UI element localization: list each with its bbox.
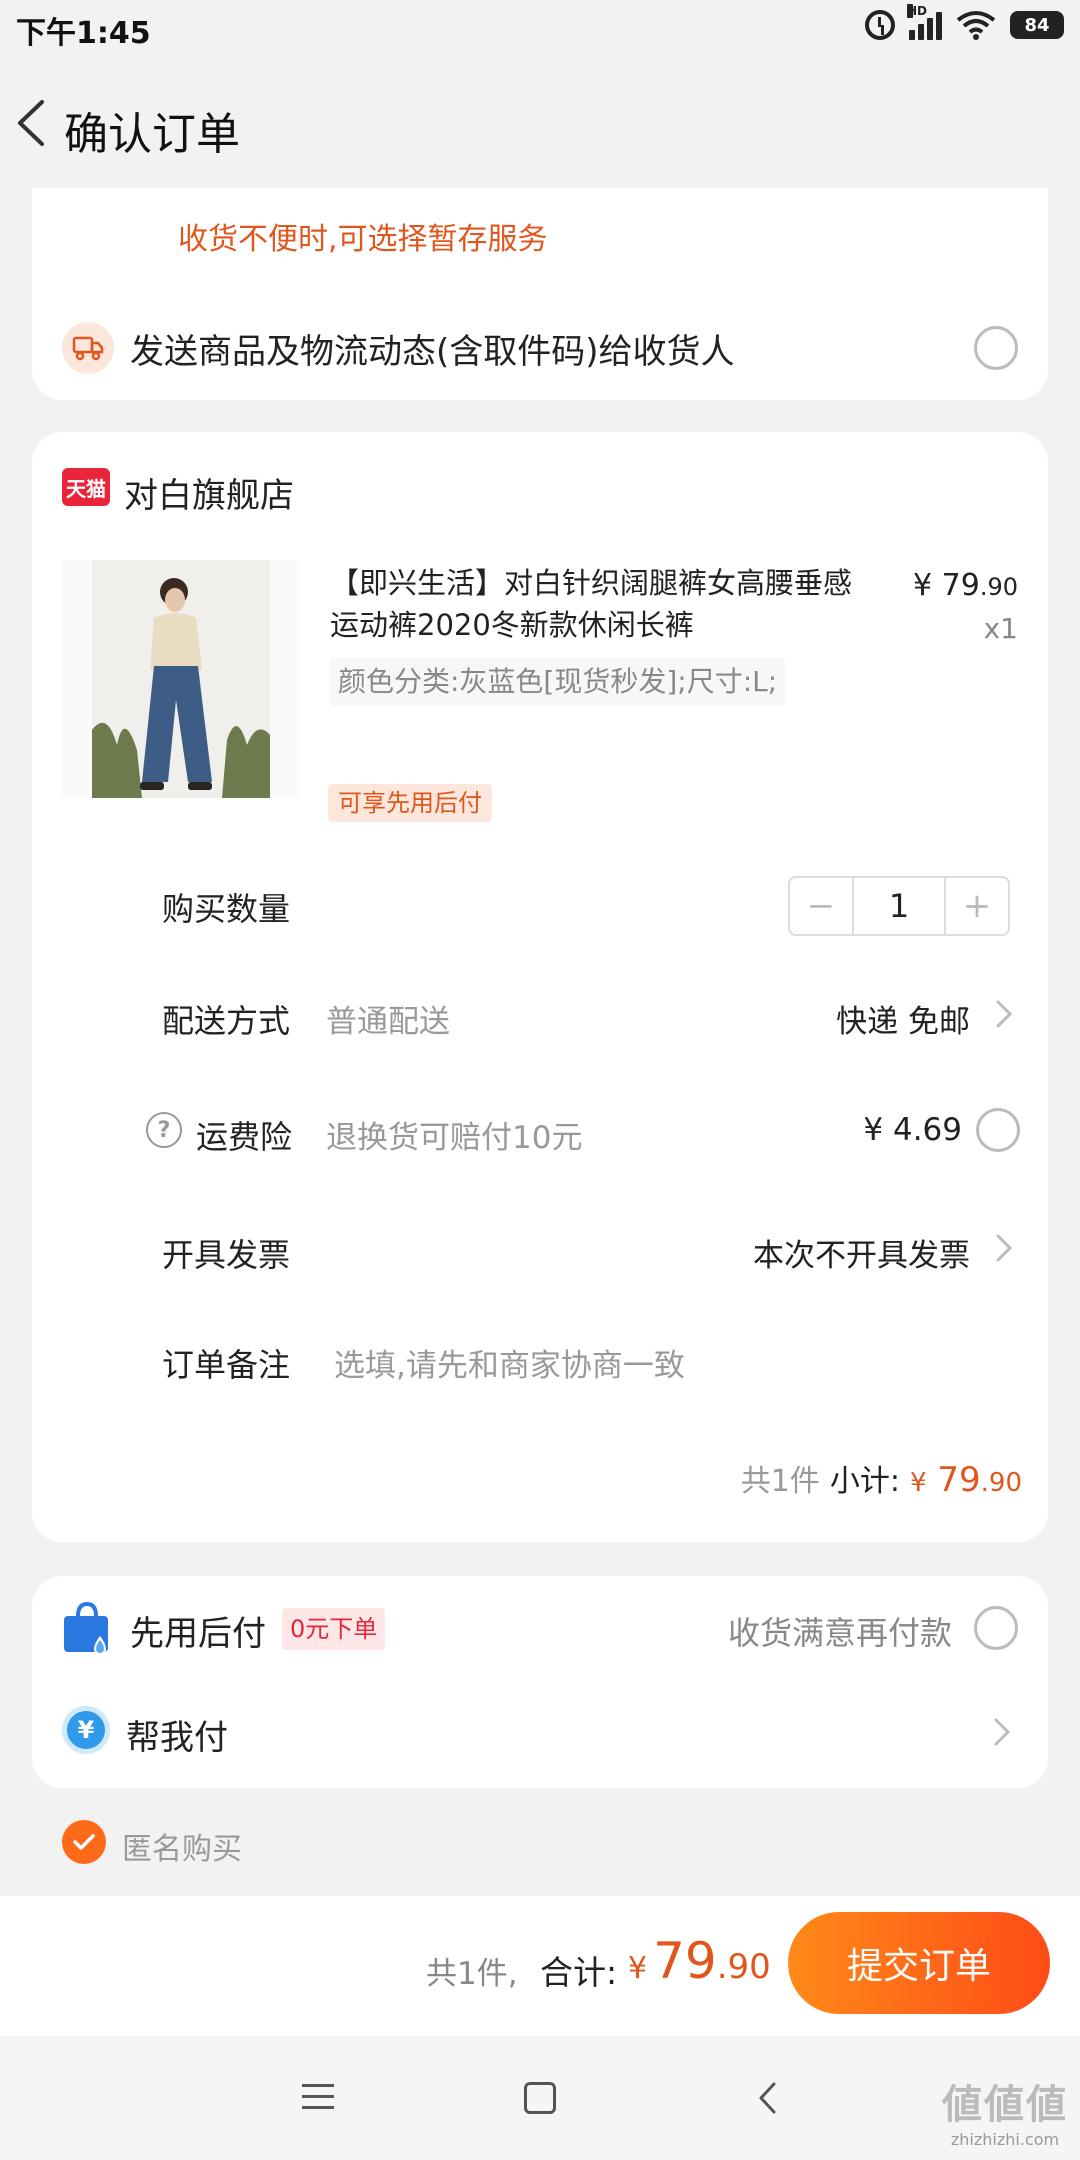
watermark-url: zhizhizhi.com	[950, 2130, 1060, 2149]
hd-label: HD	[907, 4, 928, 18]
battery-icon: 84	[1010, 11, 1064, 39]
help-pay-label[interactable]: 帮我付	[126, 1710, 228, 1759]
total-count: 共1件,	[426, 1956, 518, 1992]
system-nav-bar: 値値値 zhizhizhi.com	[0, 2036, 1080, 2160]
invoice-label: 开具发票	[162, 1236, 291, 1274]
checkout-bar: 共1件, 合计: ¥ 79 .90 提交订单	[0, 1896, 1080, 2036]
total-amount: ¥ 79 .90	[628, 1932, 771, 1990]
subtotal-amount: ¥ 79.90	[910, 1460, 1022, 1500]
nav-back-icon[interactable]	[756, 2080, 780, 2116]
product-quantity: x1	[983, 612, 1018, 645]
product-title[interactable]: 【即兴生活】对白针织阔腿裤女高腰垂感运动裤2020冬新款休闲长裤	[330, 562, 870, 646]
product-image[interactable]	[62, 560, 300, 798]
invoice-value[interactable]: 本次不开具发票	[753, 1230, 970, 1275]
product-photo	[62, 560, 300, 798]
invoice-chevron-icon[interactable]	[994, 1232, 1014, 1264]
subtotal-label: 小计:	[829, 1464, 901, 1499]
send-logistics-label: 发送商品及物流动态(含取件码)给收货人	[130, 332, 735, 372]
product-price-dec: .90	[979, 573, 1018, 601]
delivery-options-card: 收货不便时,可选择暂存服务 发送商品及物流动态(含取件码)给收货人	[32, 188, 1048, 400]
store-name[interactable]: 对白旗舰店	[124, 468, 294, 517]
anonymous-checkbox[interactable]	[62, 1820, 106, 1864]
subtotal: 共1件 小计: ¥ 79.90	[741, 1456, 1022, 1500]
watermark: 値値値 zhizhizhi.com	[942, 2072, 1068, 2149]
product-price-int: 79	[941, 568, 980, 603]
hold-service-notice[interactable]: 收货不便时,可选择暂存服务	[178, 214, 548, 258]
wifi-icon	[956, 11, 996, 40]
quantity-minus-button[interactable]: −	[788, 876, 854, 936]
home-icon[interactable]	[524, 2082, 556, 2114]
pay-later-tag: 可享先用后付	[328, 784, 492, 822]
note-label: 订单备注	[162, 1346, 291, 1384]
help-icon[interactable]: ?	[146, 1112, 182, 1148]
status-icons: HD 84	[865, 4, 1064, 40]
quantity-stepper: − 1 +	[788, 876, 1010, 936]
pay-later-title: 先用后付	[130, 1614, 266, 1654]
pay-later-desc: 收货满意再付款	[727, 1614, 952, 1652]
total-int: 79	[653, 1932, 717, 1990]
send-logistics-radio[interactable]	[974, 326, 1018, 370]
subtotal-symbol: ¥	[910, 1468, 927, 1498]
total-dec: .90	[716, 1947, 771, 1987]
product-price-symbol: ¥	[913, 568, 933, 603]
quantity-value[interactable]: 1	[854, 876, 944, 936]
page-title: 确认订单	[64, 109, 240, 160]
store-order-card: 天猫 对白旗舰店 【即兴生活】对白针织阔腿裤女高腰垂感运动裤2020冬新款休闲长…	[32, 432, 1048, 1542]
truck-icon	[72, 336, 104, 361]
zero-down-tag: 0元下单	[282, 1608, 386, 1650]
quantity-plus-button[interactable]: +	[944, 876, 1010, 936]
back-arrow-icon[interactable]	[12, 98, 52, 148]
status-time: 下午1:45	[16, 16, 151, 51]
note-input[interactable]: 选填,请先和商家协商一致	[334, 1340, 685, 1385]
shipping-label: 配送方式	[162, 1002, 291, 1040]
watermark-glyphs: 値値値	[942, 2082, 1068, 2128]
product-spec: 颜色分类:灰蓝色[现货秒发];尺寸:L;	[330, 658, 786, 706]
shipping-value[interactable]: 快递 免邮	[836, 996, 970, 1041]
check-icon	[73, 1834, 95, 1850]
product-price: ¥ 79.90	[913, 568, 1018, 603]
help-pay-icon: ¥	[62, 1706, 110, 1754]
submit-order-button[interactable]: 提交订单	[788, 1912, 1050, 2014]
insurance-label: 运费险	[196, 1118, 293, 1156]
total-label: 合计:	[540, 1953, 618, 1992]
subtotal-count: 共1件	[740, 1464, 820, 1499]
subtotal-dec: .90	[980, 1468, 1022, 1498]
total-symbol: ¥	[628, 1951, 648, 1986]
insurance-radio[interactable]	[976, 1108, 1020, 1152]
shipping-sub: 普通配送	[326, 1004, 450, 1040]
alarm-clock-icon	[865, 10, 895, 40]
shipping-chevron-icon[interactable]	[994, 998, 1014, 1030]
insurance-sub: 退换货可赔付10元	[326, 1120, 583, 1156]
shopping-bag-icon	[64, 1602, 108, 1655]
help-pay-chevron-icon[interactable]	[992, 1716, 1012, 1748]
signal-icon: HD	[907, 4, 942, 40]
header: 确认订单	[0, 56, 1080, 188]
tmall-badge: 天猫	[62, 468, 110, 506]
pay-later-radio[interactable]	[974, 1606, 1018, 1650]
quantity-label: 购买数量	[162, 890, 291, 928]
truck-icon-wrap	[62, 322, 114, 374]
menu-icon[interactable]	[302, 2084, 334, 2110]
subtotal-int: 79	[937, 1460, 981, 1500]
insurance-price: ¥ 4.69	[863, 1112, 962, 1148]
payment-card: 先用后付 0元下单 收货满意再付款 ¥ 帮我付	[32, 1576, 1048, 1788]
status-bar: 下午1:45 HD 84	[0, 0, 1080, 56]
anonymous-label[interactable]: 匿名购买	[122, 1824, 242, 1868]
